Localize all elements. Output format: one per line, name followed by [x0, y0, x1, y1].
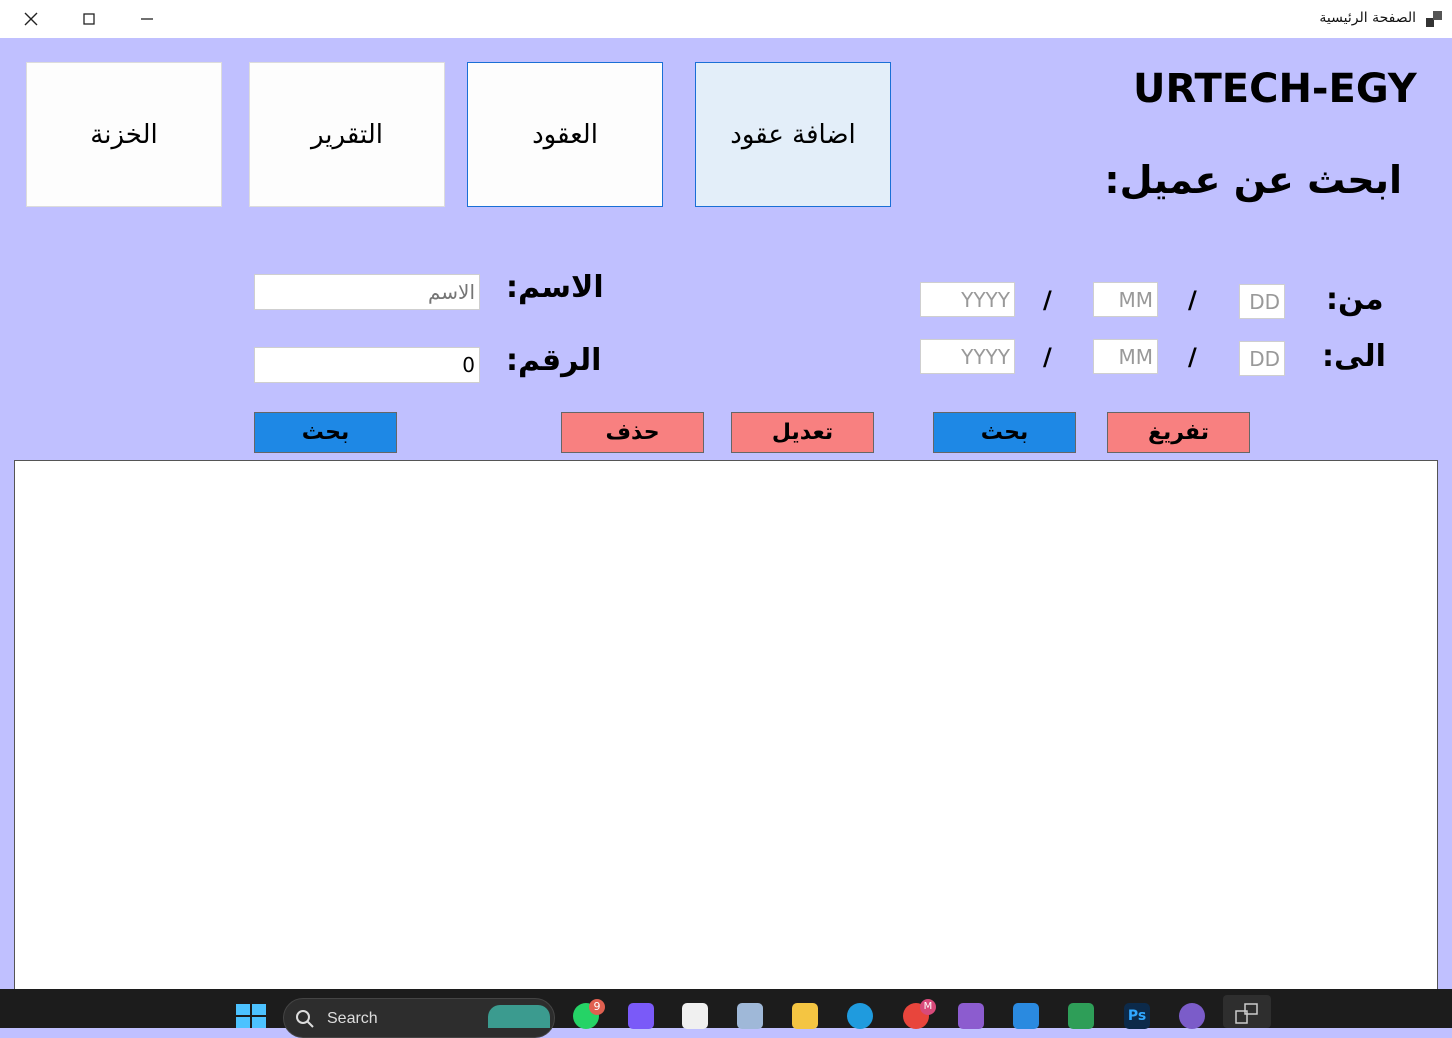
date-separator: / — [1043, 343, 1052, 371]
file-explorer-icon[interactable] — [792, 1003, 818, 1029]
from-day-input[interactable]: DD — [1239, 284, 1285, 319]
taskbar-search-label: Search — [327, 1010, 378, 1027]
running-app-button[interactable] — [1223, 995, 1271, 1028]
title-bar: الصفحة الرئيسية — [0, 0, 1452, 38]
add-contracts-button[interactable]: اضافة عقود — [695, 62, 891, 207]
app-window-icon — [1235, 1003, 1258, 1024]
photoshop-icon[interactable]: Ps — [1124, 1003, 1150, 1029]
to-year-input[interactable]: YYYY — [920, 339, 1015, 374]
from-year-input[interactable]: YYYY — [920, 282, 1015, 317]
brand-title: URTECH-EGY — [1133, 66, 1417, 112]
window-title: الصفحة الرئيسية — [1319, 10, 1416, 26]
maximize-icon — [83, 13, 95, 25]
search-icon — [296, 1010, 314, 1028]
widget-icon[interactable] — [488, 1005, 550, 1028]
task-manager-icon[interactable] — [737, 1003, 763, 1029]
edit-button[interactable]: تعديل — [731, 412, 874, 453]
name-label: الاسم: — [506, 270, 604, 305]
classroom-icon[interactable] — [1068, 1003, 1094, 1029]
whatsapp-badge: 9 — [589, 999, 605, 1015]
close-icon — [24, 12, 38, 26]
store-icon[interactable] — [682, 1003, 708, 1029]
search-date-button[interactable]: بحث — [933, 412, 1076, 453]
to-day-input[interactable]: DD — [1239, 341, 1285, 376]
search-name-button[interactable]: بحث — [254, 412, 397, 453]
from-month-input[interactable]: MM — [1093, 282, 1158, 317]
app-icon — [1426, 11, 1442, 27]
from-label: من: — [1326, 282, 1384, 317]
chrome-profile-badge: M — [920, 999, 936, 1015]
name-input[interactable] — [254, 274, 480, 310]
clear-button[interactable]: تفريغ — [1107, 412, 1250, 453]
minimize-button[interactable] — [118, 0, 176, 38]
search-customer-heading: ابحث عن عميل: — [1104, 158, 1402, 202]
edge-icon[interactable] — [847, 1003, 873, 1029]
reports-button[interactable]: التقرير — [249, 62, 445, 207]
vscode-icon[interactable] — [1013, 1003, 1039, 1029]
to-month-input[interactable]: MM — [1093, 339, 1158, 374]
number-input[interactable]: 0 — [254, 347, 480, 383]
github-desktop-icon[interactable] — [1179, 1003, 1205, 1029]
delete-button[interactable]: حذف — [561, 412, 704, 453]
maximize-button[interactable] — [60, 0, 118, 38]
number-label: الرقم: — [506, 343, 602, 378]
contracts-button[interactable]: العقود — [467, 62, 663, 207]
date-separator: / — [1043, 286, 1052, 314]
visual-studio-icon[interactable] — [958, 1003, 984, 1029]
to-label: الى: — [1322, 339, 1386, 374]
treasury-button[interactable]: الخزنة — [26, 62, 222, 207]
date-separator: / — [1188, 343, 1197, 371]
date-separator: / — [1188, 286, 1197, 314]
close-button[interactable] — [2, 0, 60, 38]
results-grid[interactable] — [14, 460, 1438, 1000]
copilot-icon[interactable] — [628, 1003, 654, 1029]
minimize-icon — [141, 18, 153, 20]
windows-start-icon[interactable] — [236, 1004, 266, 1028]
